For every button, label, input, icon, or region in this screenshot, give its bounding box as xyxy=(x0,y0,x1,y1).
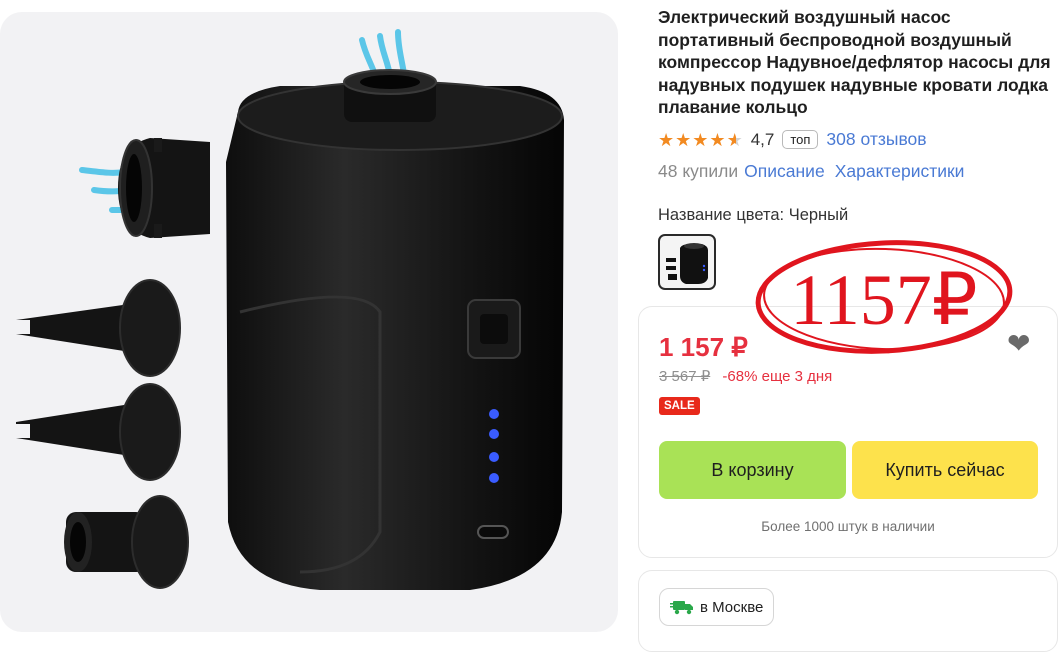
star-icon: ★ xyxy=(658,129,675,150)
rating-value: 4,7 xyxy=(750,129,775,149)
air-pump-illustration xyxy=(16,29,564,590)
top-badge: топ xyxy=(782,130,819,149)
reviews-link[interactable]: 308 отзывов xyxy=(826,129,926,150)
stock-info: Более 1000 штук в наличии xyxy=(761,519,935,534)
bought-count: 48 купили xyxy=(658,160,739,181)
specs-link[interactable]: Характеристики xyxy=(835,161,965,182)
meta-row: 48 купили Описание Характеристики xyxy=(658,161,1058,182)
star-icon: ★ xyxy=(692,129,709,150)
stamp-text: 1157₽ xyxy=(790,260,977,340)
color-label: Название цвета: Черный xyxy=(658,205,849,224)
product-title: Электрический воздушный насос портативны… xyxy=(658,7,1051,117)
buy-now-button[interactable]: Купить сейчас xyxy=(852,441,1038,499)
color-swatch-black[interactable] xyxy=(658,233,716,290)
add-to-cart-button[interactable]: В корзину xyxy=(659,441,846,499)
description-link[interactable]: Описание xyxy=(744,161,825,182)
delivery-location-button[interactable]: в Москве xyxy=(659,588,775,626)
delivery-box: в Москве xyxy=(638,570,1058,652)
rating-row: ★ ★ ★ ★ ★ 4,7 топ 308 отзывов xyxy=(658,128,1058,152)
star-icon: ★ xyxy=(726,129,743,150)
product-image[interactable] xyxy=(0,12,618,632)
star-icon: ★ xyxy=(675,129,692,150)
sale-badge: SALE xyxy=(659,397,700,415)
delivery-truck-icon xyxy=(670,601,693,615)
current-price: 1 157 ₽ xyxy=(659,332,748,362)
price-stamp: 1157₽ xyxy=(755,240,1013,354)
delivery-city: в Москве xyxy=(700,598,764,616)
star-icon: ★ xyxy=(709,129,726,150)
rating-stars: ★ ★ ★ ★ ★ xyxy=(658,131,744,149)
discount-label: -68% еще 3 дня xyxy=(722,368,833,385)
old-price-row: 3 567 ₽ -68% еще 3 дня xyxy=(659,367,832,385)
swatch-thumbnail xyxy=(666,242,708,284)
old-price: 3 567 ₽ xyxy=(659,368,711,385)
